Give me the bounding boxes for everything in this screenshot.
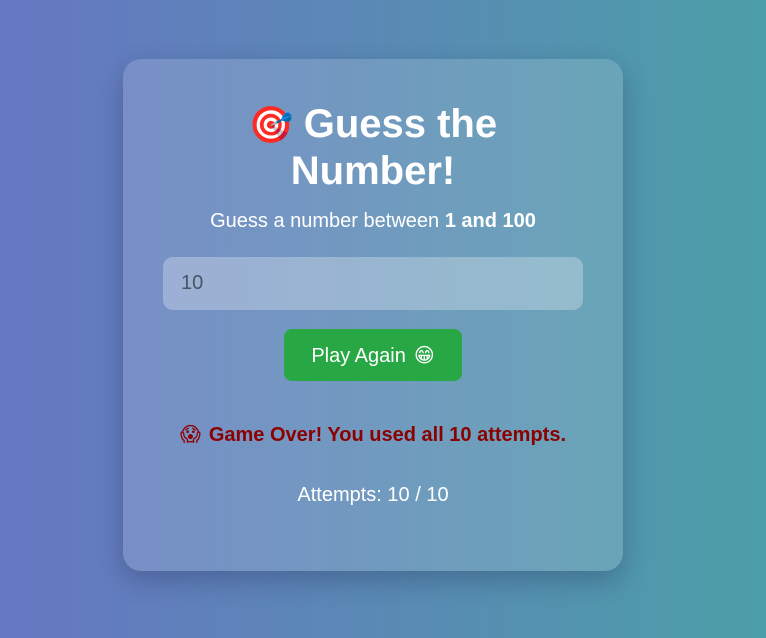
play-again-button[interactable]: Play Again 😁 [284, 329, 462, 381]
play-again-label: Play Again [311, 344, 406, 367]
page-title: 🎯 Guess the Number! [208, 101, 538, 195]
subtitle: Guess a number between 1 and 100 [123, 209, 623, 233]
game-card: 🎯 Guess the Number! Guess a number betwee… [123, 59, 623, 571]
subtitle-range: 1 and 100 [444, 210, 536, 232]
attempts-counter: Attempts: 10 / 10 [297, 484, 449, 506]
grin-icon: 😁 [413, 344, 435, 367]
target-icon: 🎯 [248, 104, 294, 145]
game-over-message: 😱 Game Over! You used all 10 attempts. [123, 423, 623, 447]
guess-input[interactable] [163, 257, 583, 310]
title-text: Guess the Number! [290, 102, 498, 193]
game-over-text: Game Over! You used all 10 attempts. [208, 424, 567, 446]
subtitle-prefix: Guess a number between [210, 210, 445, 232]
scream-icon: 😱 [179, 424, 201, 446]
